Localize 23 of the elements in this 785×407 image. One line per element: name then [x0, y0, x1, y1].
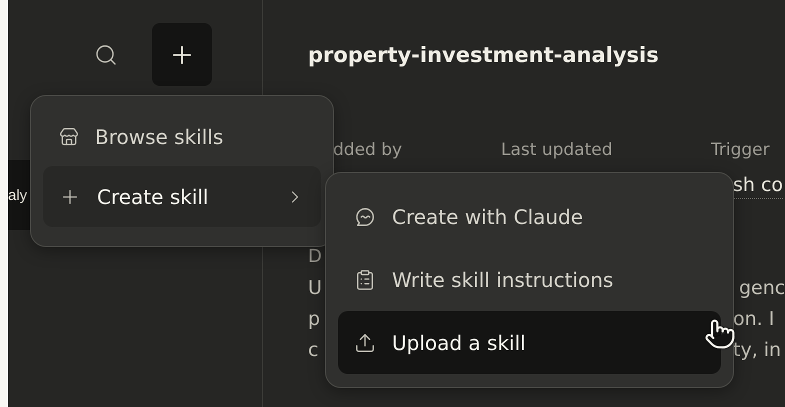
skill-title: property-investment-analysis — [308, 42, 660, 69]
clipboard-icon — [354, 268, 376, 290]
search-icon[interactable] — [94, 42, 118, 66]
menu-item[interactable]: Upload a skill — [338, 311, 721, 374]
field-label: dded by — [333, 140, 404, 160]
sidebar-item[interactable]: aly — [8, 160, 30, 230]
menu-item[interactable]: Write skill instructions — [338, 248, 721, 311]
hand-cursor-icon — [704, 318, 736, 350]
menu-item[interactable]: Create skill — [43, 166, 321, 227]
description-text: p — [308, 307, 320, 332]
description-label: D — [308, 246, 322, 267]
description-text: on. I — [733, 307, 774, 332]
chat-bubble-icon — [354, 206, 376, 228]
description-text: c — [308, 338, 318, 363]
field-label: Trigger — [711, 140, 771, 160]
upload-icon — [354, 332, 376, 354]
field-label: Last updated — [501, 140, 614, 160]
description-text: genc — [739, 276, 785, 301]
store-icon — [59, 127, 79, 147]
menu-item[interactable]: Create with Claude — [338, 185, 721, 248]
description-text: U — [308, 276, 322, 301]
menu-item[interactable]: Browse skills — [43, 112, 321, 162]
description-text: ty, in — [733, 338, 782, 363]
